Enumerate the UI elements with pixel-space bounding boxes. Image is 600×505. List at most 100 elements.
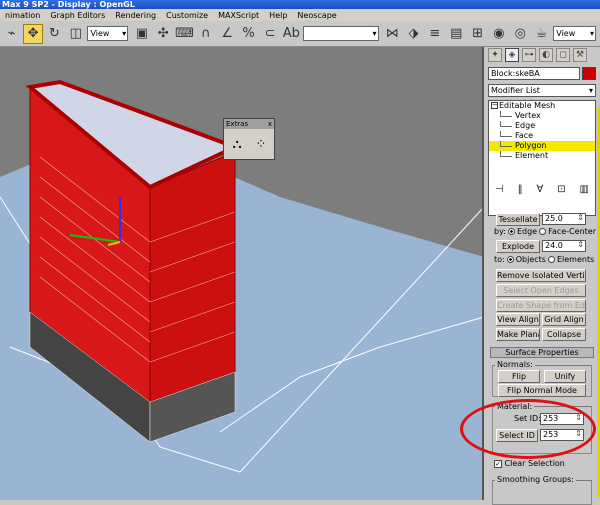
extras-toolbar[interactable]: Extras x ⛬ ⁘ bbox=[223, 118, 275, 160]
stack-item-label: Element bbox=[515, 151, 549, 160]
objects-label: Objects bbox=[515, 255, 546, 264]
utilities-tab-icon[interactable]: ⚒ bbox=[573, 48, 587, 62]
rotate-icon[interactable]: ↻ bbox=[45, 24, 64, 44]
align-icon[interactable]: ⬗ bbox=[404, 24, 423, 44]
building-right-facade bbox=[149, 151, 236, 403]
menu-help[interactable]: Help bbox=[264, 11, 292, 20]
face-center-label: Face-Center bbox=[548, 227, 596, 236]
explode-spinner[interactable]: 24.0 bbox=[542, 240, 586, 252]
pin-stack-icon[interactable]: ⊣ bbox=[495, 184, 504, 198]
stack-item-vertex[interactable]: Vertex bbox=[489, 111, 595, 121]
menu-customize[interactable]: Customize bbox=[161, 11, 213, 20]
percent-snap-icon[interactable]: % bbox=[239, 24, 258, 44]
hierarchy-tab-icon[interactable]: ⊶ bbox=[522, 48, 536, 62]
tessellate-button[interactable]: Tessellate bbox=[496, 213, 540, 226]
menu-animation[interactable]: nimation bbox=[0, 11, 45, 20]
motion-tab-icon[interactable]: ◐ bbox=[539, 48, 553, 62]
make-planar-button[interactable]: Make Planar bbox=[496, 328, 540, 341]
checkbox-checked-icon[interactable]: ✓ bbox=[494, 459, 502, 468]
snapshot-icon[interactable]: ⁘ bbox=[251, 133, 271, 155]
menu-neoscape[interactable]: Neoscape bbox=[292, 11, 341, 20]
snap-icon[interactable]: ∩ bbox=[196, 24, 215, 44]
grid-align-button[interactable]: Grid Align bbox=[542, 313, 586, 326]
explode-button[interactable]: Explode bbox=[496, 240, 540, 253]
command-panel: ✦ ◈ ⊶ ◐ ◻ ⚒ Block:skeBA Modifier List −E… bbox=[460, 47, 600, 505]
normals-group-label: Normals: bbox=[495, 360, 535, 369]
highlight-annotation-circle bbox=[460, 399, 596, 459]
unify-button[interactable]: Unify bbox=[544, 370, 586, 383]
object-name-field[interactable]: Block:skeBA bbox=[488, 67, 580, 80]
flip-button[interactable]: Flip bbox=[498, 370, 540, 383]
render-scene-icon[interactable]: ◎ bbox=[511, 24, 530, 44]
stack-item-element[interactable]: Element bbox=[489, 151, 595, 161]
create-shape-from-edges-button[interactable]: Create Shape from Edges bbox=[496, 299, 586, 312]
object-color-swatch[interactable] bbox=[582, 67, 596, 80]
named-selection-dropdown[interactable] bbox=[302, 26, 379, 41]
create-tab-icon[interactable]: ✦ bbox=[488, 48, 502, 62]
remove-modifier-icon[interactable]: ⊡ bbox=[557, 184, 565, 198]
pivot-icon[interactable]: ▣ bbox=[132, 24, 151, 44]
manipulate-icon[interactable]: ✣ bbox=[154, 24, 173, 44]
collapse-icon[interactable]: − bbox=[491, 102, 498, 109]
spinner-snap-icon[interactable]: ⊂ bbox=[260, 24, 279, 44]
menu-rendering[interactable]: Rendering bbox=[110, 11, 161, 20]
extras-titlebar[interactable]: Extras x bbox=[224, 119, 274, 129]
tessellate-spinner[interactable]: 25.0 bbox=[542, 213, 586, 225]
remove-isolated-vertices-button[interactable]: Remove Isolated Vertices bbox=[496, 269, 586, 282]
layer-icon[interactable]: ≡ bbox=[425, 24, 444, 44]
stack-item-editable-mesh[interactable]: − Editable Mesh bbox=[489, 101, 595, 111]
explode-to-row: to: Objects Elements bbox=[494, 255, 594, 264]
keyboard-shortcut-icon[interactable]: ⌨ bbox=[175, 24, 194, 44]
edge-radio[interactable] bbox=[507, 228, 515, 235]
select-open-edges-button[interactable]: Select Open Edges bbox=[496, 284, 586, 297]
mirror-icon[interactable]: ⋈ bbox=[383, 24, 402, 44]
render-view-dropdown[interactable]: View bbox=[553, 26, 596, 41]
elements-label: Elements bbox=[556, 255, 595, 264]
command-panel-tabs: ✦ ◈ ⊶ ◐ ◻ ⚒ bbox=[486, 47, 600, 63]
menu-bar: nimation Graph Editors Rendering Customi… bbox=[0, 9, 600, 21]
modifier-list-dropdown[interactable]: Modifier List bbox=[488, 84, 596, 97]
stack-item-label: Face bbox=[515, 131, 534, 140]
scale-icon[interactable]: ◫ bbox=[66, 24, 85, 44]
stack-item-face[interactable]: Face bbox=[489, 131, 595, 141]
reference-coordinate-dropdown[interactable]: View bbox=[87, 26, 129, 41]
edge-label: Edge bbox=[516, 227, 538, 236]
clear-selection-label: Clear Selection bbox=[504, 459, 565, 468]
material-editor-icon[interactable]: ◉ bbox=[489, 24, 508, 44]
close-icon[interactable]: x bbox=[268, 119, 272, 129]
link-icon[interactable]: ⌁ bbox=[2, 24, 21, 44]
quick-render-icon[interactable]: ☕ bbox=[532, 24, 551, 44]
stack-item-polygon[interactable]: Polygon bbox=[489, 141, 595, 151]
stack-item-edge[interactable]: Edge bbox=[489, 121, 595, 131]
perspective-viewport[interactable]: Extras x ⛬ ⁘ bbox=[0, 47, 484, 500]
angle-snap-icon[interactable]: ∠ bbox=[218, 24, 237, 44]
clear-selection-row[interactable]: ✓ Clear Selection bbox=[494, 459, 565, 468]
face-center-radio[interactable] bbox=[539, 228, 547, 235]
menu-maxscript[interactable]: MAXScript bbox=[213, 11, 264, 20]
move-icon[interactable]: ✥ bbox=[23, 23, 43, 44]
title-bar: Max 9 SP2 - Display : OpenGL bbox=[0, 0, 600, 9]
stack-item-label: Polygon bbox=[515, 141, 547, 150]
stack-item-label: Vertex bbox=[515, 111, 541, 120]
objects-radio[interactable] bbox=[506, 256, 514, 263]
make-unique-icon[interactable]: ∀ bbox=[536, 184, 543, 198]
menu-graph-editors[interactable]: Graph Editors bbox=[45, 11, 110, 20]
show-end-result-icon[interactable]: ‖ bbox=[518, 184, 523, 198]
window-title: Max 9 SP2 - Display : OpenGL bbox=[2, 0, 135, 9]
smoothing-groups-label: Smoothing Groups: bbox=[495, 475, 576, 484]
scene-render bbox=[0, 79, 482, 500]
schematic-view-icon[interactable]: ⊞ bbox=[468, 24, 487, 44]
display-tab-icon[interactable]: ◻ bbox=[556, 48, 570, 62]
modify-tab-icon[interactable]: ◈ bbox=[505, 48, 519, 62]
configure-sets-icon[interactable]: ▥ bbox=[580, 184, 589, 198]
edit-named-selection-icon[interactable]: Ab bbox=[282, 24, 301, 44]
view-align-button[interactable]: View Align bbox=[496, 313, 540, 326]
array-icon[interactable]: ⛬ bbox=[227, 133, 247, 155]
curve-editor-icon[interactable]: ▤ bbox=[447, 24, 466, 44]
modifier-stack[interactable]: − Editable Mesh Vertex Edge Face Polygon … bbox=[488, 100, 596, 216]
flip-normal-mode-button[interactable]: Flip Normal Mode bbox=[498, 384, 586, 397]
surface-properties-rollout-header[interactable]: Surface Properties bbox=[490, 347, 594, 358]
tessellate-by-row: by: Edge Face-Center bbox=[494, 227, 596, 236]
collapse-button[interactable]: Collapse bbox=[542, 328, 586, 341]
elements-radio[interactable] bbox=[547, 256, 555, 263]
